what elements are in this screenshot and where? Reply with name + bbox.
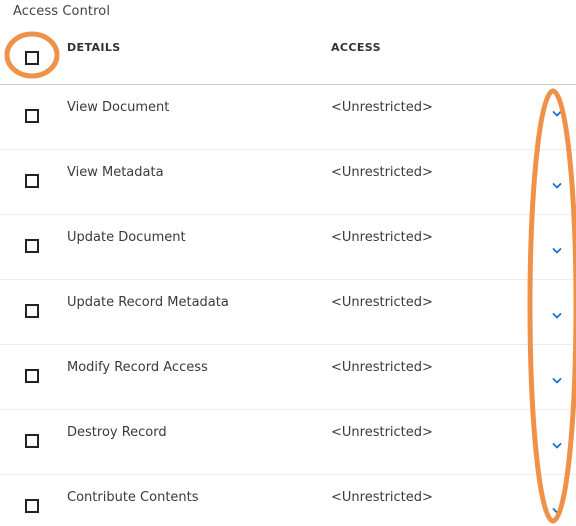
chevron-down-icon <box>552 378 562 384</box>
expand-row-button[interactable] <box>549 243 565 259</box>
row-access: <Unrestricted> <box>331 165 433 180</box>
row-details: Destroy Record <box>67 425 167 440</box>
row-access: <Unrestricted> <box>331 100 433 115</box>
row-details: Contribute Contents <box>67 490 199 505</box>
table-row: Update Document <Unrestricted> <box>0 215 576 280</box>
table-row: Update Record Metadata <Unrestricted> <box>0 280 576 345</box>
table-row: Destroy Record <Unrestricted> <box>0 410 576 475</box>
chevron-down-icon <box>552 183 562 189</box>
row-checkbox[interactable] <box>25 369 39 383</box>
row-details: Update Record Metadata <box>67 295 229 310</box>
expand-row-button[interactable] <box>549 438 565 454</box>
table-row: Contribute Contents <Unrestricted> <box>0 475 576 526</box>
row-checkbox[interactable] <box>25 239 39 253</box>
row-checkbox[interactable] <box>25 109 39 123</box>
section-title: Access Control <box>13 4 111 19</box>
expand-row-button[interactable] <box>549 373 565 389</box>
expand-row-button[interactable] <box>549 308 565 324</box>
row-details: View Document <box>67 100 170 115</box>
row-checkbox[interactable] <box>25 174 39 188</box>
table-row: View Document <Unrestricted> <box>0 85 576 150</box>
table-row: Modify Record Access <Unrestricted> <box>0 345 576 410</box>
access-control-panel: Access Control DETAILS ACCESS View Docum… <box>0 0 576 526</box>
expand-row-button[interactable] <box>549 503 565 519</box>
expand-row-button[interactable] <box>549 106 565 122</box>
row-checkbox[interactable] <box>25 304 39 318</box>
select-all-checkbox[interactable] <box>25 51 39 65</box>
chevron-down-icon <box>552 508 562 514</box>
chevron-down-icon <box>552 111 562 117</box>
row-details: Modify Record Access <box>67 360 208 375</box>
row-access: <Unrestricted> <box>331 490 433 505</box>
row-access: <Unrestricted> <box>331 295 433 310</box>
expand-row-button[interactable] <box>549 178 565 194</box>
row-access: <Unrestricted> <box>331 360 433 375</box>
chevron-down-icon <box>552 443 562 449</box>
row-access: <Unrestricted> <box>331 230 433 245</box>
row-details: View Metadata <box>67 165 164 180</box>
table-header: DETAILS ACCESS <box>0 32 576 85</box>
chevron-down-icon <box>552 248 562 254</box>
chevron-down-icon <box>552 313 562 319</box>
row-checkbox[interactable] <box>25 434 39 448</box>
row-checkbox[interactable] <box>25 499 39 513</box>
column-header-details: DETAILS <box>67 41 121 54</box>
row-access: <Unrestricted> <box>331 425 433 440</box>
row-details: Update Document <box>67 230 186 245</box>
column-header-access: ACCESS <box>331 41 381 54</box>
table-body: View Document <Unrestricted> View Metada… <box>0 85 576 526</box>
table-row: View Metadata <Unrestricted> <box>0 150 576 215</box>
